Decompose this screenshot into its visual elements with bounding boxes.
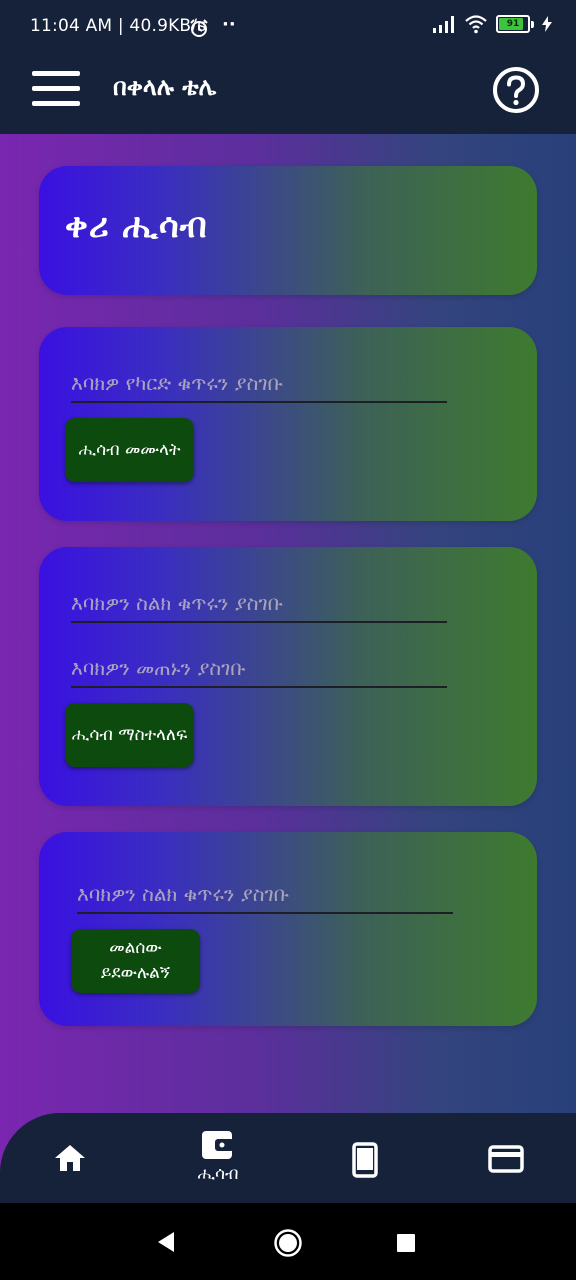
nav-phone[interactable]	[350, 1113, 380, 1203]
transfer-card: እባክዎን ስልክ ቁጥሩን ያስገቡ እባክዎን መጠኑን ያስገቡ ሒሳብ …	[39, 547, 537, 806]
back-icon[interactable]	[156, 1231, 176, 1253]
transfer-phone-placeholder: እባክዎን ስልክ ቁጥሩን ያስገቡ	[71, 591, 284, 615]
app-title: በቀላሉ ቴሌ	[113, 73, 217, 101]
bottom-nav: ሒሳብ	[0, 1113, 576, 1203]
card-number-placeholder: እባክዎ የካርድ ቁጥሩን ያስገቡ	[71, 371, 283, 395]
callback-request-button[interactable]: መልሰው ይደውሉልኝ	[71, 929, 200, 993]
phone-icon	[352, 1142, 378, 1178]
status-dots: ··	[222, 14, 236, 35]
recharge-button-label: ሒሳብ መሙላት	[78, 439, 181, 460]
transfer-phone-input[interactable]: እባክዎን ስልክ ቁጥሩን ያስገቡ	[71, 583, 447, 623]
wallet-icon	[202, 1131, 234, 1159]
charging-bolt-icon	[542, 16, 552, 32]
recents-icon[interactable]	[397, 1234, 415, 1252]
callback-phone-input[interactable]: እባክዎን ስልክ ቁጥሩን ያስገቡ	[77, 874, 453, 914]
transfer-button[interactable]: ሒሳብ ማስተላለፍ	[65, 703, 194, 767]
callback-card: እባክዎን ስልክ ቁጥሩን ያስገቡ መልሰው ይደውሉልኝ	[39, 832, 537, 1026]
callback-button-line1: መልሰው	[109, 938, 162, 959]
alarm-icon	[190, 19, 208, 37]
credit-card-icon	[488, 1145, 524, 1173]
battery-icon: 91	[496, 15, 530, 33]
callback-phone-placeholder: እባክዎን ስልክ ቁጥሩን ያስገቡ	[77, 882, 290, 906]
nav-card[interactable]	[487, 1113, 525, 1203]
battery-level: 91	[506, 19, 520, 29]
home-button-icon[interactable]	[273, 1228, 303, 1258]
help-icon[interactable]	[492, 66, 540, 114]
card-number-input[interactable]: እባክዎ የካርድ ቁጥሩን ያስገቡ	[71, 363, 447, 403]
menu-icon[interactable]	[32, 71, 80, 107]
transfer-amount-input[interactable]: እባክዎን መጠኑን ያስገቡ	[71, 648, 447, 688]
balance-title: ቀሪ ሒሳብ	[65, 206, 208, 246]
status-time: 11:04 AM | 40.9KB/s	[30, 16, 207, 36]
balance-header-card: ቀሪ ሒሳብ	[39, 166, 537, 295]
signal-icon	[433, 16, 454, 33]
app-bar: በቀላሉ ቴሌ	[0, 56, 576, 134]
status-icons: 91	[432, 14, 552, 34]
callback-button-line2: ይደውሉልኝ	[100, 963, 171, 983]
transfer-button-label: ሒሳብ ማስተላለፍ	[71, 724, 188, 745]
system-navigation-bar	[0, 1203, 576, 1280]
recharge-card: እባክዎ የካርድ ቁጥሩን ያስገቡ ሒሳብ መሙላት	[39, 327, 537, 521]
nav-balance[interactable]: ሒሳብ	[186, 1113, 250, 1203]
nav-balance-label: ሒሳብ	[197, 1164, 239, 1184]
battery-cap	[531, 20, 534, 28]
wifi-icon	[465, 15, 487, 34]
status-bar: 11:04 AM | 40.9KB/s ·· 91	[0, 0, 576, 56]
recharge-button[interactable]: ሒሳብ መሙላት	[65, 418, 194, 482]
home-icon	[55, 1145, 85, 1171]
transfer-amount-placeholder: እባክዎን መጠኑን ያስገቡ	[71, 656, 246, 680]
nav-home[interactable]	[48, 1113, 92, 1203]
